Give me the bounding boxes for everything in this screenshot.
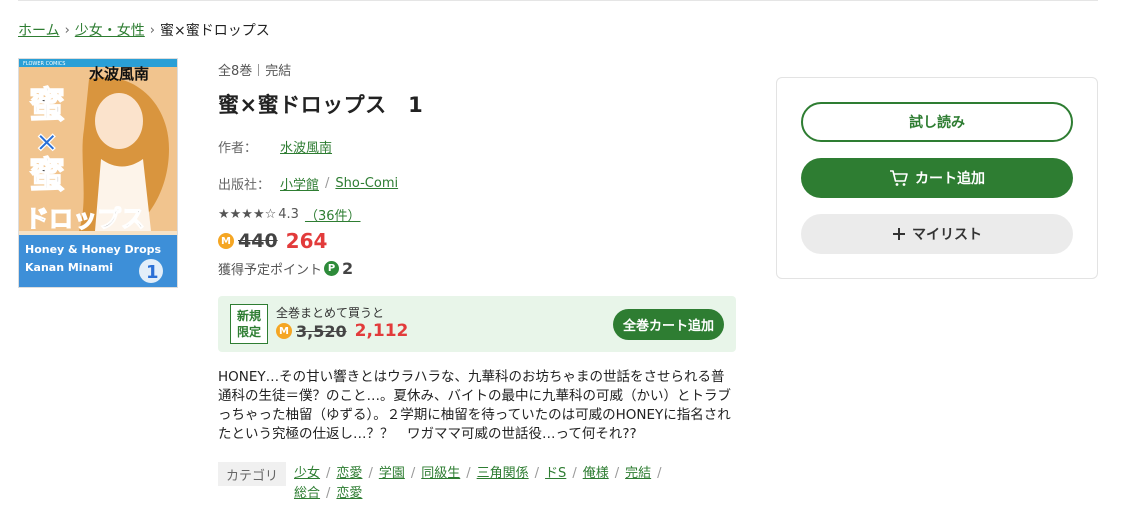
cover-author: 水波風南 <box>89 65 149 83</box>
category-label: カテゴリ <box>218 462 287 486</box>
original-price: 440 <box>238 230 278 252</box>
cover-en-title: Honey & Honey Drops <box>25 243 162 256</box>
publisher-label: 出版社： <box>218 178 271 193</box>
publisher-link[interactable]: 小学館 <box>280 174 319 193</box>
cover-title-char-3: 蜜 <box>29 154 65 196</box>
points-icon: P <box>324 261 340 276</box>
author-link[interactable]: 水波風南 <box>280 137 332 156</box>
category-link[interactable]: 総合 <box>294 486 320 501</box>
add-all-to-cart-button[interactable]: 全巻カート追加 <box>613 309 724 340</box>
bundle-prices: M 3,520 2,112 <box>276 321 408 341</box>
author-row: 作者： 水波風南 <box>218 137 738 156</box>
cover-volume: 1 <box>146 262 159 283</box>
divider <box>258 63 260 76</box>
add-to-cart-button[interactable]: カート追加 <box>801 158 1073 198</box>
breadcrumb-current: 蜜×蜜ドロップス <box>160 23 270 39</box>
completion-status: 完結 <box>265 64 292 79</box>
rating-score: 4.3 <box>278 207 299 222</box>
cart-icon <box>890 170 908 186</box>
bundle-sale-price: 2,112 <box>354 321 409 341</box>
points-label: 獲得予定ポイント <box>218 263 323 278</box>
points-value: 2 <box>342 259 354 278</box>
badge-line-1: 新規 <box>236 309 261 323</box>
category-link[interactable]: 三角関係 <box>477 466 529 481</box>
category-link[interactable]: 恋愛 <box>336 466 362 481</box>
category-link[interactable]: 同級生 <box>421 466 460 481</box>
author-label: 作者： <box>218 141 258 156</box>
add-to-mylist-button[interactable]: マイリスト <box>801 214 1073 254</box>
new-limited-badge: 新規 限定 <box>230 304 268 344</box>
book-cover-image[interactable]: FLOWER COMICS 水波風南 蜜 × 蜜 ドロップス Honey & H… <box>18 58 178 288</box>
mylist-label: マイリスト <box>912 227 982 243</box>
trial-read-label: 試し読み <box>909 115 965 131</box>
chevron-right-icon: › <box>64 22 70 38</box>
magazine-label-link[interactable]: Sho-Comi <box>335 176 398 191</box>
price-row: M 440 264 <box>218 229 327 253</box>
points-row: 獲得予定ポイント P 2 <box>218 259 353 278</box>
trial-read-button[interactable]: 試し読み <box>801 102 1073 142</box>
add-to-cart-label: カート追加 <box>915 171 985 187</box>
cover-title-char-4: ドロップス <box>25 205 145 233</box>
categories: カテゴリ 少女 / 恋愛 / 学園 / 同級生 / 三角関係 / ドS / 俺様 / 完結 / 総合 / 恋愛 <box>218 462 718 504</box>
badge-line-2: 限定 <box>236 325 261 339</box>
breadcrumb-category-link[interactable]: 少女・女性 <box>75 20 145 40</box>
bundle-original-price: 3,520 <box>296 321 347 341</box>
top-divider <box>18 0 1098 1</box>
chevron-right-icon: › <box>149 22 155 38</box>
category-link[interactable]: 少女 <box>294 466 320 481</box>
bundle-text: 全巻まとめて買うと <box>276 306 385 320</box>
breadcrumb-home-link[interactable]: ホーム <box>18 20 60 40</box>
book-info: 全8巻 完結 蜜×蜜ドロップス 1 作者： 水波風南 出版社： 小学館 / Sh… <box>218 60 738 193</box>
rating: ★★★★☆ 4.3 （36件） <box>218 205 361 224</box>
volume-status: 全8巻 完結 <box>218 60 738 79</box>
category-link[interactable]: 学園 <box>379 466 405 481</box>
category-list: 少女 / 恋愛 / 学園 / 同級生 / 三角関係 / ドS / 俺様 / 完結 / 総合 / 恋愛 <box>294 466 662 501</box>
book-title: 蜜×蜜ドロップス 1 <box>218 93 424 117</box>
cover-art: FLOWER COMICS 水波風南 蜜 × 蜜 ドロップス Honey & H… <box>19 59 177 287</box>
purchase-panel: 試し読み カート追加 マイリスト <box>776 77 1098 279</box>
book-description: HONEY…その甘い響きとはウラハラな、九華科のお坊ちゃまの世話をさせられる普通… <box>218 369 731 442</box>
bundle-offer: 新規 限定 全巻まとめて買うと M 3,520 2,112 全巻カート追加 <box>218 296 736 352</box>
star-rating-icon: ★★★★☆ <box>218 207 277 222</box>
coin-icon: M <box>276 323 292 339</box>
sale-price: 264 <box>285 229 328 253</box>
publisher-row: 出版社： 小学館 / Sho-Comi <box>218 174 738 193</box>
category-link[interactable]: 恋愛 <box>336 486 362 501</box>
coin-icon: M <box>218 233 234 249</box>
cover-title-char-1: 蜜 <box>29 84 65 126</box>
category-link[interactable]: ドS <box>545 466 566 481</box>
separator: / <box>325 176 330 191</box>
volume-count: 全8巻 <box>218 64 253 79</box>
plus-icon <box>893 228 905 240</box>
breadcrumb: ホーム › 少女・女性 › 蜜×蜜ドロップス <box>18 20 270 40</box>
category-link[interactable]: 完結 <box>625 466 651 481</box>
cover-en-author: Kanan Minami <box>25 261 113 274</box>
cover-label: FLOWER COMICS <box>23 61 65 67</box>
category-link[interactable]: 俺様 <box>583 466 609 481</box>
review-count-link[interactable]: （36件） <box>305 205 361 224</box>
